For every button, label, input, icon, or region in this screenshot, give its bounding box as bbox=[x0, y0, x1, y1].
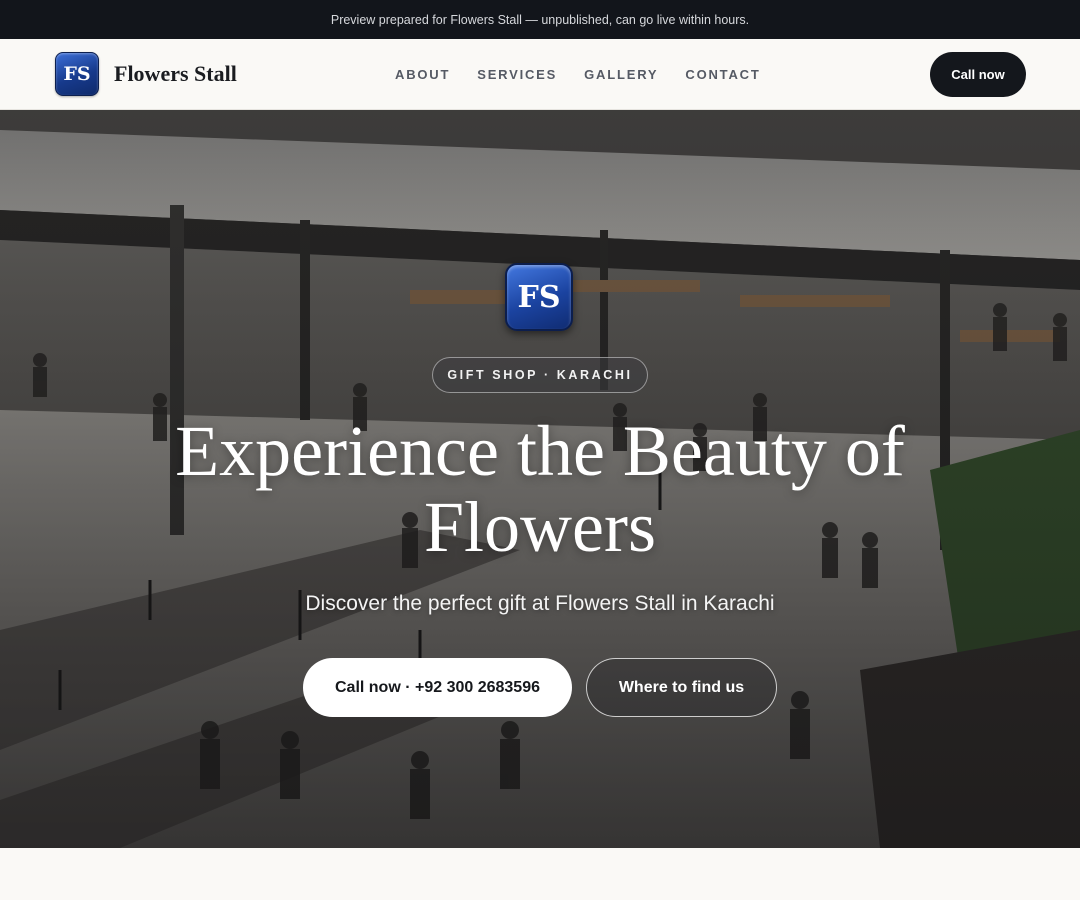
call-now-button[interactable]: Call now bbox=[930, 52, 1026, 97]
brand-link[interactable]: FS Flowers Stall bbox=[55, 52, 237, 96]
call-phone-button[interactable]: Call now · +92 300 2683596 bbox=[303, 658, 572, 717]
hero-section: FS GIFT SHOP · KARACHI Experience the Be… bbox=[0, 110, 1080, 848]
hero-logo-initials: FS bbox=[517, 279, 561, 315]
category-location-text: GIFT SHOP · KARACHI bbox=[447, 368, 633, 382]
brand-logo: FS bbox=[55, 52, 99, 96]
brand-name: Flowers Stall bbox=[114, 61, 237, 86]
main-nav: ABOUT SERVICES GALLERY CONTACT bbox=[395, 39, 761, 110]
nav-gallery[interactable]: GALLERY bbox=[584, 67, 658, 82]
find-us-button[interactable]: Where to find us bbox=[586, 658, 777, 717]
hero-subtitle: Discover the perfect gift at Flowers Sta… bbox=[305, 592, 775, 615]
nav-services[interactable]: SERVICES bbox=[477, 67, 557, 82]
brand-logo-initials: FS bbox=[63, 63, 91, 85]
nav-about[interactable]: ABOUT bbox=[395, 67, 450, 82]
nav-contact[interactable]: CONTACT bbox=[685, 67, 760, 82]
hero-content: FS GIFT SHOP · KARACHI Experience the Be… bbox=[0, 110, 1080, 848]
preview-banner-text: Preview prepared for Flowers Stall — unp… bbox=[330, 12, 750, 27]
site-header: FS Flowers Stall ABOUT SERVICES GALLERY … bbox=[0, 39, 1080, 110]
preview-banner: Preview prepared for Flowers Stall — unp… bbox=[0, 0, 1080, 39]
hero-title: Experience the Beauty of Flowers bbox=[175, 411, 905, 567]
hero-logo: FS bbox=[505, 263, 573, 331]
category-location-badge: GIFT SHOP · KARACHI bbox=[432, 357, 648, 393]
